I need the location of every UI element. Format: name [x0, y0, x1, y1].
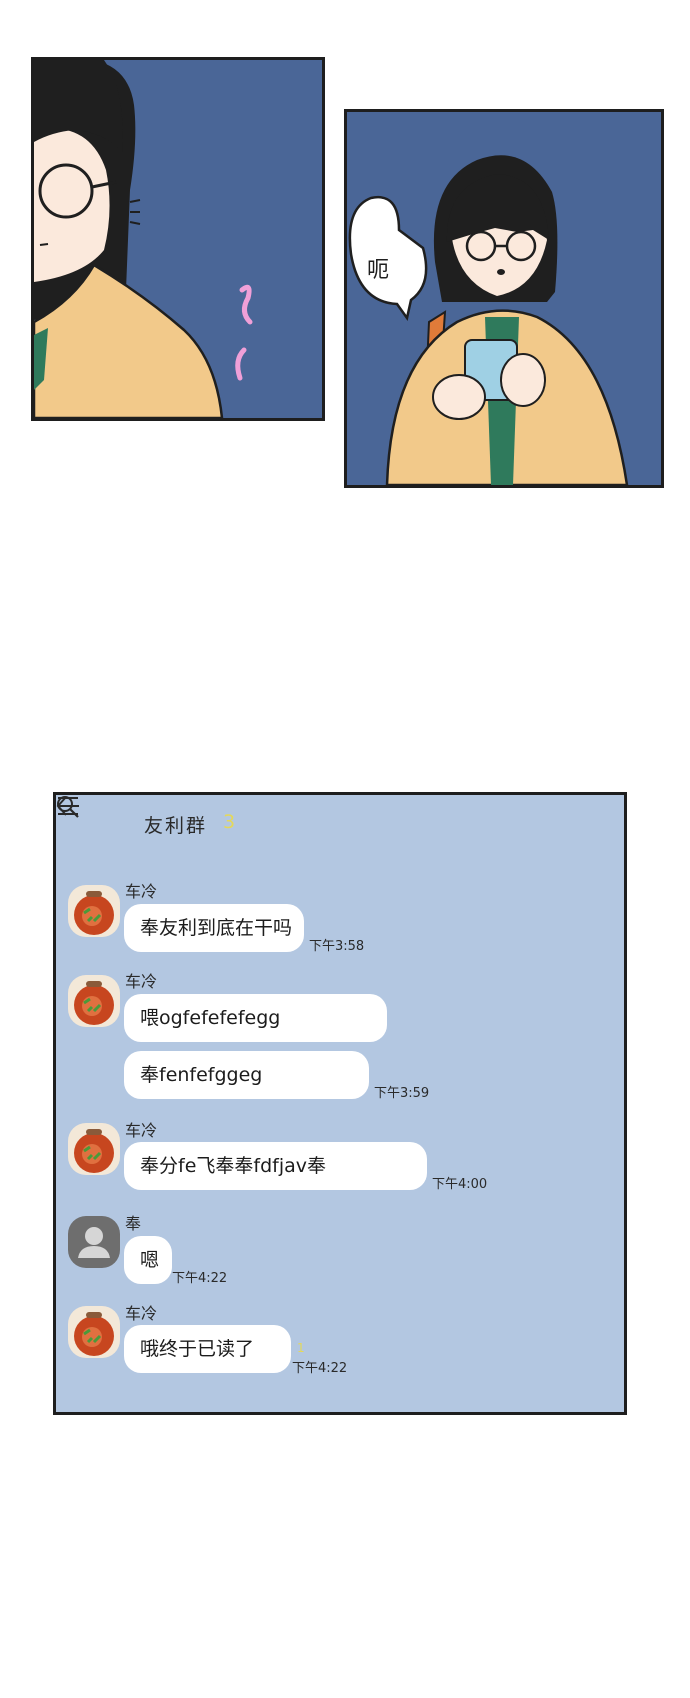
chat-header: 友利群 3 — [56, 795, 624, 851]
girl-phone-illustration — [348, 155, 629, 485]
sender-name: 车冷 — [125, 1121, 158, 1140]
food-avatar[interactable] — [68, 885, 120, 937]
message-bubble[interactable]: 奉友利到底在干吗 — [124, 904, 304, 952]
food-avatar-image — [68, 885, 120, 937]
food-avatar[interactable] — [68, 975, 120, 1027]
user-silhouette-icon — [78, 1227, 110, 1258]
food-avatar-image — [68, 1306, 120, 1358]
food-avatar-image — [68, 975, 120, 1027]
sender-name: 车冷 — [125, 882, 158, 901]
member-count: 3 — [223, 811, 236, 833]
sender-name: 奉 — [125, 1214, 142, 1233]
unread-count: 1 — [297, 1341, 305, 1355]
chat-title: 友利群 — [144, 815, 208, 837]
message-bubble[interactable]: 嗯 — [124, 1236, 172, 1284]
girl-closeup-illustration — [34, 60, 253, 418]
message-time: 下午4:22 — [172, 1271, 228, 1286]
message-bubble[interactable]: 奉分fe飞奉奉fdfjav奉 — [124, 1142, 427, 1190]
sender-name: 车冷 — [125, 972, 158, 991]
message-time: 下午3:58 — [309, 939, 365, 954]
message-time: 下午4:00 — [432, 1177, 488, 1192]
menu-icon[interactable] — [56, 795, 80, 817]
message-bubble[interactable]: 奉fenfefggeg — [124, 1051, 369, 1099]
food-avatar[interactable] — [68, 1306, 120, 1358]
sender-name: 车冷 — [125, 1304, 158, 1323]
message-time: 下午3:59 — [374, 1086, 430, 1101]
comic-panel-1 — [31, 57, 325, 421]
chat-window: 友利群 3 车冷 奉友利到底在干吗 下午3:58 车冷 喂ogfefefefeg… — [53, 792, 627, 1415]
message-bubble[interactable]: 哦终于已读了 — [124, 1325, 291, 1373]
speech-bubble-text: 呃 — [367, 258, 390, 283]
food-avatar[interactable] — [68, 1123, 120, 1175]
food-avatar-image — [68, 1123, 120, 1175]
default-user-avatar[interactable] — [68, 1216, 120, 1268]
comic-panel-2: 呃 — [344, 109, 664, 488]
message-time: 下午4:22 — [292, 1361, 348, 1376]
message-bubble[interactable]: 喂ogfefefefegg — [124, 994, 387, 1042]
